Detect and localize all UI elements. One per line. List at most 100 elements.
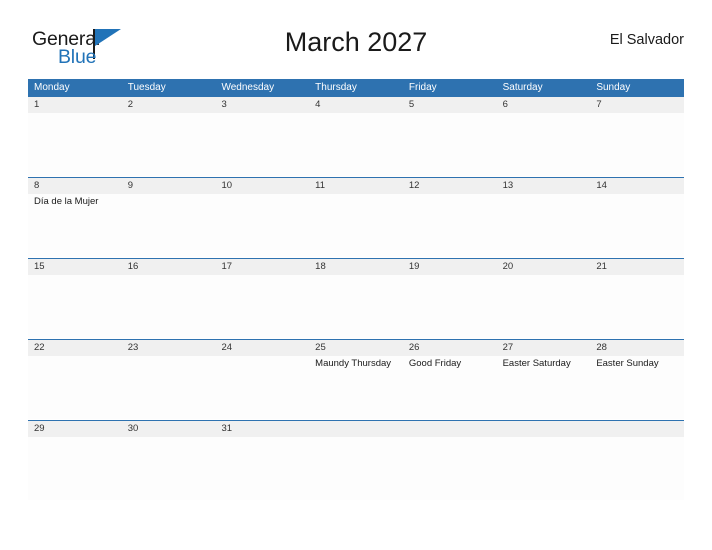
day-cell-9[interactable] xyxy=(122,194,216,257)
date-cell-1[interactable]: 1 xyxy=(28,97,122,113)
day-cell-17[interactable] xyxy=(215,275,309,338)
week-date-strip: 29 30 31 xyxy=(28,420,684,437)
date-cell-8[interactable]: 8 xyxy=(28,178,122,194)
week-event-strip: Maundy Thursday Good Friday Easter Saturda… xyxy=(28,356,684,419)
calendar-week-row: 22 23 24 25 26 27 28 Maundy Thursday Good Friday… xyxy=(28,339,684,420)
date-cell-10[interactable]: 10 xyxy=(215,178,309,194)
week-event-strip xyxy=(28,113,684,176)
day-cell-24[interactable] xyxy=(215,356,309,419)
day-cell-empty xyxy=(590,437,684,500)
day-cell-31[interactable] xyxy=(215,437,309,500)
calendar-week-row: 15 16 17 18 19 20 21 xyxy=(28,258,684,339)
calendar-page: General Blue March 2027 El Salvador Mond… xyxy=(0,0,712,550)
date-cell-empty xyxy=(403,421,497,437)
date-cell-22[interactable]: 22 xyxy=(28,340,122,356)
day-of-week-wednesday: Wednesday xyxy=(221,82,275,93)
date-cell-13[interactable]: 13 xyxy=(497,178,591,194)
date-cell-4[interactable]: 4 xyxy=(309,97,403,113)
day-cell-14[interactable] xyxy=(590,194,684,257)
day-cell-19[interactable] xyxy=(403,275,497,338)
calendar-grid: Monday Tuesday Wednesday Thursday Friday Satu… xyxy=(28,79,684,501)
date-cell-empty xyxy=(497,421,591,437)
week-date-strip: 22 23 24 25 26 27 28 xyxy=(28,339,684,356)
day-cell-27[interactable]: Easter Saturday xyxy=(497,356,591,419)
week-event-strip xyxy=(28,275,684,338)
day-cell-5[interactable] xyxy=(403,113,497,176)
day-of-week-monday: Monday xyxy=(34,82,70,93)
day-cell-7[interactable] xyxy=(590,113,684,176)
date-cell-2[interactable]: 2 xyxy=(122,97,216,113)
calendar-week-row: 8 9 10 11 12 13 14 Día de la Mujer xyxy=(28,177,684,258)
day-cell-25[interactable]: Maundy Thursday xyxy=(309,356,403,419)
day-cell-23[interactable] xyxy=(122,356,216,419)
calendar-weeks: 1 2 3 4 5 6 7 8 9 10 11 12 13 14 Día de la Mujer 15 16 17… xyxy=(28,96,684,501)
date-cell-20[interactable]: 20 xyxy=(497,259,591,275)
date-cell-30[interactable]: 30 xyxy=(122,421,216,437)
day-cell-4[interactable] xyxy=(309,113,403,176)
week-event-strip: Día de la Mujer xyxy=(28,194,684,257)
week-date-strip: 15 16 17 18 19 20 21 xyxy=(28,258,684,275)
day-cell-26[interactable]: Good Friday xyxy=(403,356,497,419)
day-of-week-friday: Friday xyxy=(408,82,437,93)
date-cell-5[interactable]: 5 xyxy=(403,97,497,113)
date-cell-24[interactable]: 24 xyxy=(215,340,309,356)
page-title: March 2027 xyxy=(284,27,428,57)
day-cell-3[interactable] xyxy=(215,113,309,176)
date-cell-28[interactable]: 28 xyxy=(590,340,684,356)
day-cell-18[interactable] xyxy=(309,275,403,338)
day-cell-empty xyxy=(497,437,591,500)
date-cell-19[interactable]: 19 xyxy=(403,259,497,275)
day-of-week-sunday: Sunday xyxy=(596,82,631,93)
day-cell-29[interactable] xyxy=(28,437,122,500)
page-header: General Blue March 2027 El Salvador xyxy=(28,22,684,72)
day-cell-22[interactable] xyxy=(28,356,122,419)
day-cell-11[interactable] xyxy=(309,194,403,257)
event-label: Día de la Mujer xyxy=(34,196,99,207)
calendar-week-row: 29 30 31 xyxy=(28,420,684,501)
day-cell-6[interactable] xyxy=(497,113,591,176)
day-cell-13[interactable] xyxy=(497,194,591,257)
date-cell-23[interactable]: 23 xyxy=(122,340,216,356)
date-cell-6[interactable]: 6 xyxy=(497,97,591,113)
event-label: Maundy Thursday xyxy=(315,358,392,369)
date-cell-29[interactable]: 29 xyxy=(28,421,122,437)
day-cell-16[interactable] xyxy=(122,275,216,338)
date-cell-3[interactable]: 3 xyxy=(215,97,309,113)
date-cell-7[interactable]: 7 xyxy=(590,97,684,113)
date-cell-14[interactable]: 14 xyxy=(590,178,684,194)
date-cell-16[interactable]: 16 xyxy=(122,259,216,275)
day-cell-8[interactable]: Día de la Mujer xyxy=(28,194,122,257)
date-cell-21[interactable]: 21 xyxy=(590,259,684,275)
date-cell-27[interactable]: 27 xyxy=(497,340,591,356)
country-label: El Salvador xyxy=(609,32,684,48)
day-of-week-header: Monday Tuesday Wednesday Thursday Friday Satu… xyxy=(28,79,684,96)
event-label: Easter Sunday xyxy=(596,358,659,369)
day-of-week-thursday: Thursday xyxy=(315,82,357,93)
week-date-strip: 8 9 10 11 12 13 14 xyxy=(28,177,684,194)
day-cell-28[interactable]: Easter Sunday xyxy=(590,356,684,419)
calendar-week-row: 1234567 xyxy=(28,96,684,177)
day-cell-2[interactable] xyxy=(122,113,216,176)
week-date-strip: 1234567 xyxy=(28,96,684,113)
day-cell-12[interactable] xyxy=(403,194,497,257)
day-cell-15[interactable] xyxy=(28,275,122,338)
date-cell-18[interactable]: 18 xyxy=(309,259,403,275)
date-cell-17[interactable]: 17 xyxy=(215,259,309,275)
day-cell-30[interactable] xyxy=(122,437,216,500)
date-cell-12[interactable]: 12 xyxy=(403,178,497,194)
week-event-strip xyxy=(28,437,684,500)
day-cell-empty xyxy=(309,437,403,500)
event-label: Easter Saturday xyxy=(502,358,571,369)
day-cell-1[interactable] xyxy=(28,113,122,176)
day-cell-10[interactable] xyxy=(215,194,309,257)
date-cell-11[interactable]: 11 xyxy=(309,178,403,194)
date-cell-15[interactable]: 15 xyxy=(28,259,122,275)
date-cell-9[interactable]: 9 xyxy=(122,178,216,194)
day-cell-20[interactable] xyxy=(497,275,591,338)
day-cell-21[interactable] xyxy=(590,275,684,338)
day-of-week-tuesday: Tuesday xyxy=(127,82,166,93)
day-of-week-saturday: Saturday xyxy=(502,82,543,93)
date-cell-26[interactable]: 26 xyxy=(403,340,497,356)
date-cell-31[interactable]: 31 xyxy=(215,421,309,437)
date-cell-25[interactable]: 25 xyxy=(309,340,403,356)
